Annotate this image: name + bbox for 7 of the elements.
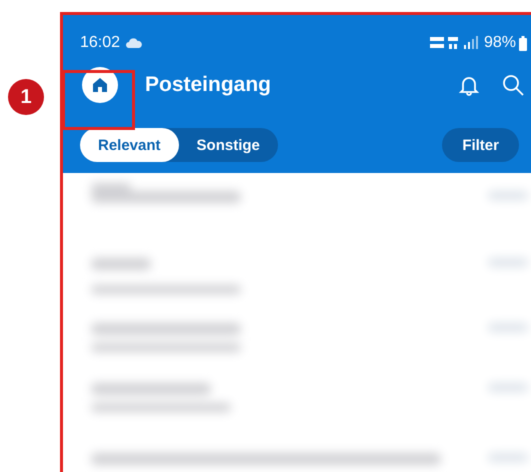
battery-percentage: 98% [484, 34, 516, 52]
clock-time: 16:02 [80, 34, 120, 52]
inbox-tab[interactable]: Relevant [80, 128, 179, 162]
step-number-badge: 1 [8, 79, 44, 115]
inbox-title: Posteingang [145, 73, 272, 97]
filter-button[interactable]: Filter [442, 128, 519, 162]
inbox-tab[interactable]: Sonstige [178, 128, 278, 162]
